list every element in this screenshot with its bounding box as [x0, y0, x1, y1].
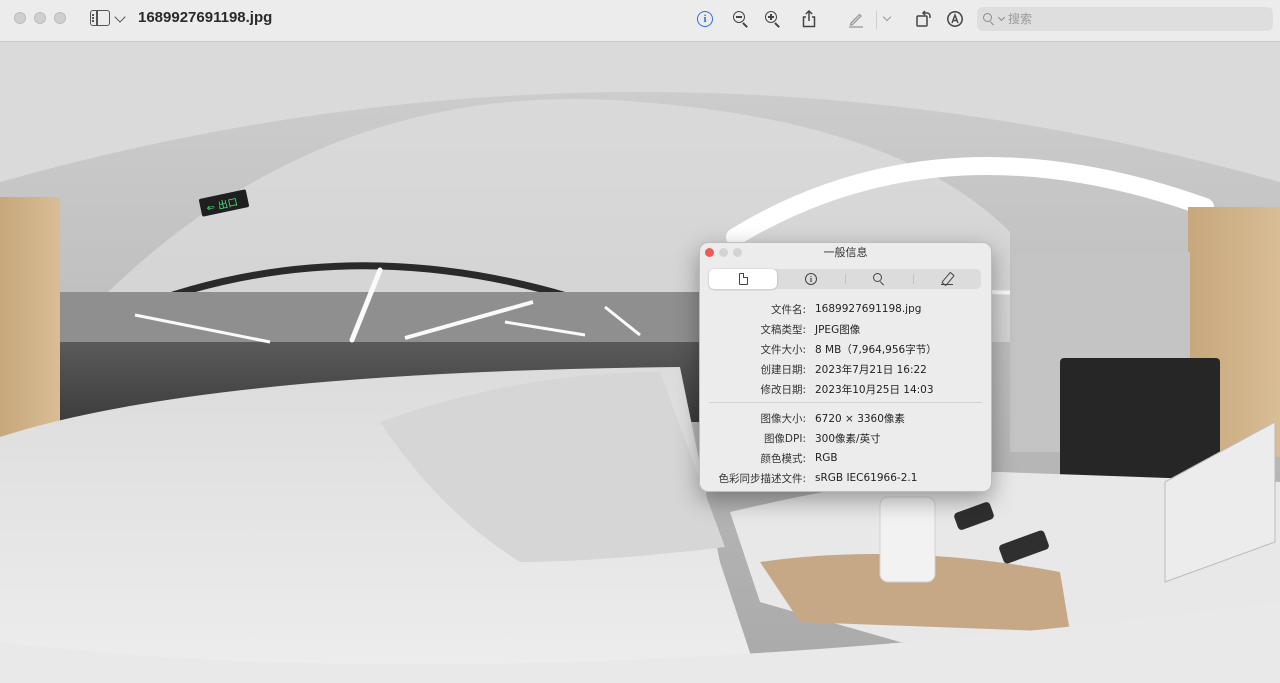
info-label: 图像DPI: — [763, 432, 806, 445]
info-panel: 一般信息 i 文件名: 1689927691198.jpg 文稿类型: JPEG图像… — [699, 242, 992, 492]
panel-close-button[interactable] — [705, 248, 714, 257]
info-row: 文件大小: 8 MB（7,964,956字节） — [700, 339, 991, 359]
info-icon: i — [805, 273, 817, 285]
search-field[interactable] — [977, 7, 1273, 31]
panel-zoom-button — [733, 248, 742, 257]
info-value: 300像素/英寸 — [815, 432, 881, 445]
share-icon — [802, 10, 816, 28]
panorama-photo: ⇐ 出口 — [0, 42, 1280, 683]
info-value: sRGB IEC61966-2.1 — [815, 472, 918, 484]
zoom-in-button[interactable] — [762, 8, 784, 30]
document-icon — [738, 273, 748, 285]
info-value: 6720 × 3360像素 — [815, 412, 905, 425]
tab-keywords[interactable] — [845, 269, 913, 289]
markup-circle-icon — [947, 11, 963, 27]
chevron-down-icon[interactable] — [882, 12, 892, 22]
image-canvas[interactable]: ⇐ 出口 一般信息 i 文件名: 1689927691198.jpg 文稿类型:… — [0, 42, 1280, 683]
tab-annotations[interactable] — [913, 269, 981, 289]
sidebar-icon[interactable] — [90, 10, 110, 26]
info-row: 文件名: 1689927691198.jpg — [700, 299, 991, 319]
toolbar-divider — [876, 11, 877, 29]
info-label: 文稿类型: — [760, 323, 806, 336]
window-title: 1689927691198.jpg — [138, 9, 273, 26]
zoom-in-icon — [765, 11, 781, 28]
info-value: 8 MB（7,964,956字节） — [815, 343, 937, 356]
info-label: 色彩同步描述文件: — [718, 472, 806, 485]
info-label: 文件大小: — [760, 343, 806, 356]
minimize-window-button[interactable] — [34, 12, 46, 24]
info-label: 图像大小: — [760, 412, 806, 425]
info-label: 颜色模式: — [760, 452, 806, 465]
info-icon: i — [697, 11, 713, 27]
zoom-window-button[interactable] — [54, 12, 66, 24]
tab-more-info[interactable]: i — [777, 269, 845, 289]
info-row: 色彩同步描述文件: sRGB IEC61966-2.1 — [700, 468, 991, 488]
zoom-out-button[interactable] — [730, 8, 752, 30]
search-icon — [873, 273, 885, 286]
search-icon — [983, 13, 995, 26]
markup-pen-icon — [849, 13, 863, 28]
info-label: 修改日期: — [760, 383, 806, 396]
info-row: 图像大小: 6720 × 3360像素 — [700, 408, 991, 428]
info-label: 创建日期: — [760, 363, 806, 376]
info-button[interactable]: i — [694, 8, 716, 30]
window-controls — [14, 12, 66, 24]
info-panel-title: 一般信息 — [823, 246, 868, 259]
info-rows: 文件名: 1689927691198.jpg 文稿类型: JPEG图像 文件大小: 8… — [700, 299, 991, 488]
rotate-icon — [916, 10, 931, 27]
info-label: 文件名: — [770, 303, 806, 316]
toolbar: 1689927691198.jpg i — [0, 0, 1280, 42]
close-window-button[interactable] — [14, 12, 26, 24]
share-button[interactable] — [798, 8, 820, 30]
info-value: 2023年7月21日 16:22 — [815, 363, 927, 376]
info-row: 文稿类型: JPEG图像 — [700, 319, 991, 339]
info-value: 2023年10月25日 14:03 — [815, 383, 934, 396]
info-panel-titlebar: 一般信息 — [700, 243, 991, 262]
info-separator — [709, 402, 982, 403]
info-panel-tabs: i — [709, 269, 981, 289]
markup-button[interactable] — [845, 8, 867, 30]
pen-icon — [941, 273, 953, 285]
panel-minimize-button — [719, 248, 728, 257]
info-value: JPEG图像 — [815, 323, 861, 336]
markup-circle-button[interactable] — [944, 8, 966, 30]
search-input[interactable] — [1008, 12, 1248, 26]
info-row: 颜色模式: RGB — [700, 448, 991, 468]
rotate-button[interactable] — [912, 8, 934, 30]
info-row: 修改日期: 2023年10月25日 14:03 — [700, 379, 991, 399]
info-row: 创建日期: 2023年7月21日 16:22 — [700, 359, 991, 379]
info-row: 图像DPI: 300像素/英寸 — [700, 428, 991, 448]
chevron-down-icon[interactable] — [114, 11, 126, 23]
zoom-out-icon — [733, 11, 749, 28]
info-value: 1689927691198.jpg — [815, 303, 922, 315]
info-value: RGB — [815, 452, 838, 464]
tab-general[interactable] — [709, 269, 777, 289]
chevron-down-icon[interactable] — [997, 13, 1006, 22]
